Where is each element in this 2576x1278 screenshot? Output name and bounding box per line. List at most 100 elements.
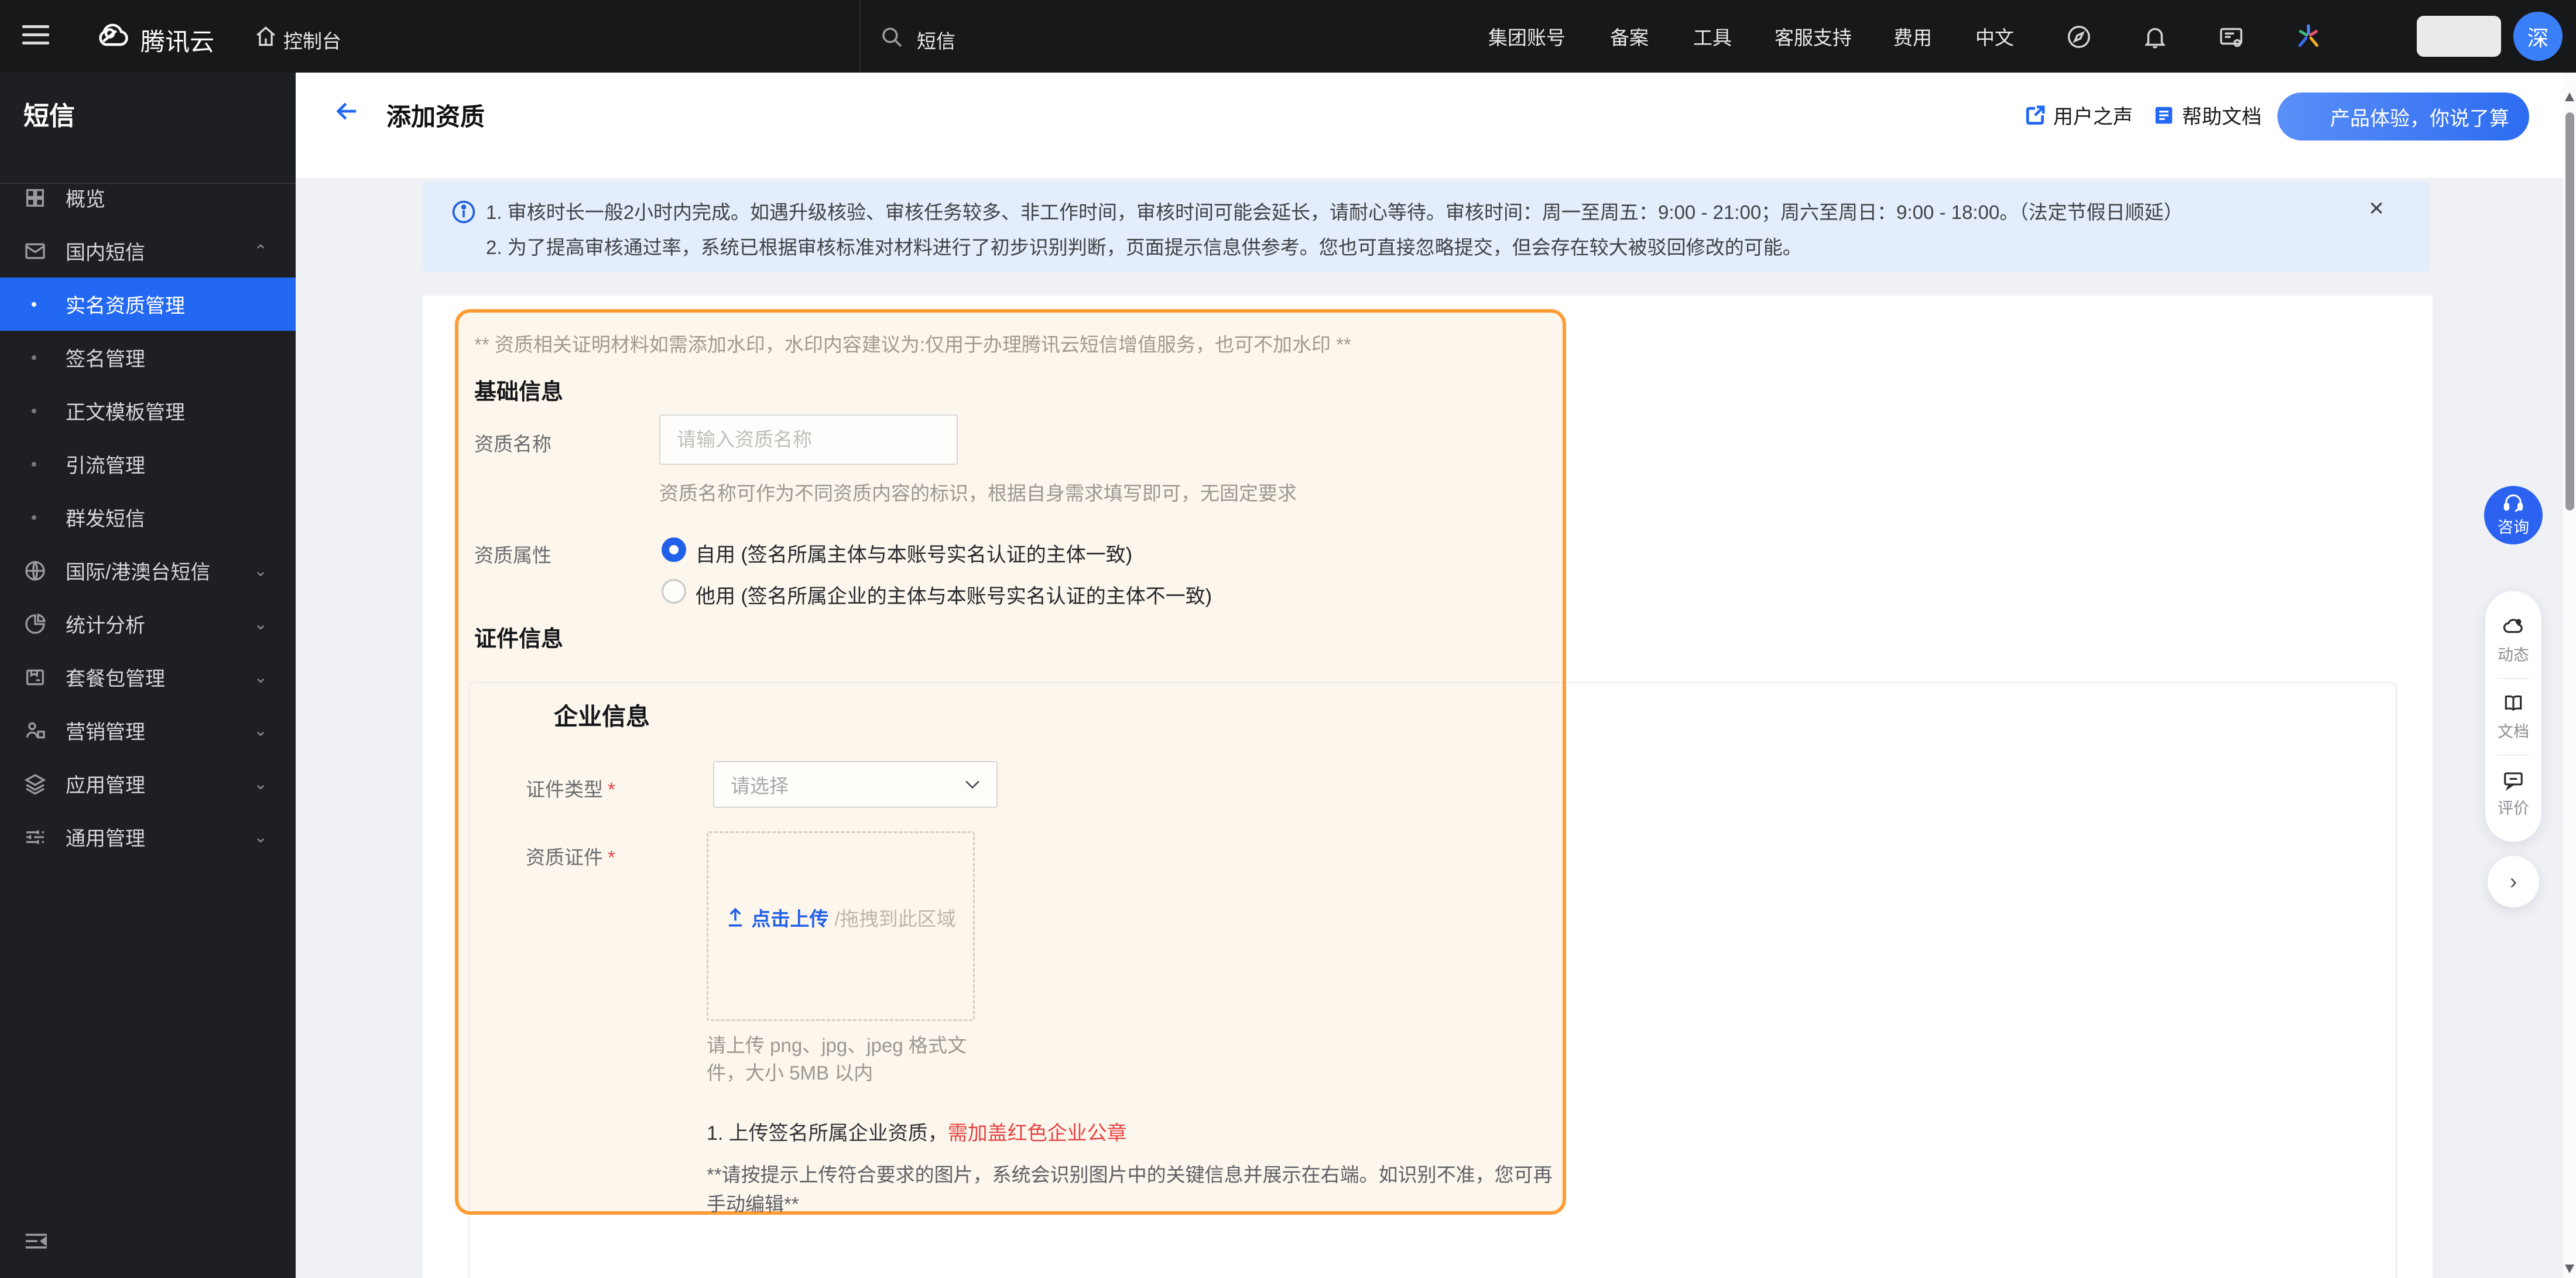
sliders-icon — [23, 825, 47, 849]
ai-sparkle-icon[interactable] — [2294, 22, 2323, 52]
qual-name-label: 资质名称 — [474, 433, 551, 455]
page-header: 添加资质 用户之声 帮助文档 产品体验，你说了算 — [296, 73, 2576, 178]
product-experience-button[interactable]: 产品体验，你说了算 — [2277, 92, 2529, 141]
radio-self-use-label[interactable]: 自用 (签名所属主体与本账号实名认证的主体一致) — [696, 539, 1132, 567]
sidebar-item-signature-management[interactable]: 签名管理 — [0, 331, 296, 384]
scrollbar-down-arrow[interactable] — [2565, 1265, 2574, 1273]
brand-name[interactable]: 腾讯云 — [141, 22, 214, 58]
collapse-toolbar-button[interactable]: › — [2488, 856, 2539, 907]
rate-button[interactable]: 评价 — [2498, 769, 2529, 818]
nav-beian: 备案 — [1610, 27, 1649, 49]
news-button[interactable]: 动态 — [2498, 615, 2529, 665]
floating-toolbar: 动态 文档 评价 — [2485, 591, 2541, 842]
chevron-down-icon: ⌄ — [254, 615, 268, 633]
upload-note-1: 1. 上传签名所属企业资质，需加盖红色企业公章 — [707, 1122, 1127, 1145]
bullet-icon — [32, 301, 36, 307]
sidebar-item-general-management[interactable]: 通用管理 ⌄ — [0, 810, 296, 864]
chevron-down-icon — [965, 780, 980, 789]
upload-link[interactable]: 点击上传 — [751, 903, 828, 931]
sidebar-item-template-management[interactable]: 正文模板管理 — [0, 384, 296, 437]
sidebar-item-traffic-management[interactable]: 引流管理 — [0, 437, 296, 491]
headset-icon — [2502, 494, 2524, 513]
avatar[interactable]: 深 — [2513, 12, 2563, 61]
sidebar-title: 短信 — [23, 102, 75, 131]
consult-button[interactable]: 咨询 — [2484, 486, 2543, 544]
sidebar-item-realname-qualification[interactable]: 实名资质管理 — [0, 277, 296, 331]
banner-line-1: 1. 审核时长一般2小时内完成。如遇升级核验、审核任务较多、非工作时间，审核时间… — [486, 201, 2183, 223]
globe-icon — [23, 559, 47, 583]
compass-icon[interactable] — [2065, 23, 2092, 50]
cert-type-select[interactable]: 请选择 — [713, 761, 998, 808]
layers-icon — [23, 772, 47, 796]
upload-format-hint: 请上传 png、jpg、jpeg 格式文件，大小 5MB 以内 — [707, 1034, 967, 1084]
doc-button[interactable]: 文档 — [2498, 692, 2529, 742]
upload-drag-hint: /拖拽到此区域 — [834, 908, 956, 930]
section-basic-info: 基础信息 — [474, 380, 564, 405]
upload-dropzone[interactable]: 点击上传 /拖拽到此区域 — [707, 831, 975, 1021]
scrollbar-thumb[interactable] — [2565, 112, 2574, 510]
nav-divider — [859, 0, 861, 73]
sidebar-item-international-sms[interactable]: 国际/港澳台短信 ⌄ — [0, 544, 296, 597]
sidebar-item-domestic-sms[interactable]: 国内短信 ⌃ — [0, 224, 296, 277]
radio-other-use[interactable] — [662, 579, 686, 604]
page-title: 添加资质 — [386, 103, 485, 131]
radio-self-use[interactable] — [662, 537, 686, 562]
bullet-icon — [32, 515, 36, 520]
nav-tools: 工具 — [1693, 27, 1732, 49]
package-icon — [23, 666, 47, 689]
billing-card-icon[interactable] — [2218, 23, 2245, 50]
sidebar-item-statistics[interactable]: 统计分析 ⌄ — [0, 597, 296, 650]
tencent-cloud-sms-console: 腾讯云 控制台 短信 集团账号 备案 工具 客服支持 费用 中文 深 短信 概览… — [0, 0, 2576, 1278]
qual-attr-label: 资质属性 — [474, 544, 551, 566]
cert-type-label: 证件类型 * — [526, 779, 615, 800]
watermark-note: ** 资质相关证明材料如需添加水印，水印内容建议为:仅用于办理腾讯云短信增值服务… — [474, 334, 1351, 355]
chevron-down-icon: ⌄ — [254, 561, 268, 580]
account-name-box[interactable] — [2417, 16, 2501, 57]
nav-support: 客服支持 — [1775, 27, 1852, 49]
info-icon — [451, 199, 477, 225]
sidebar-item-bulk-sms[interactable]: 群发短信 — [0, 491, 296, 544]
banner-line-2: 2. 为了提高审核通过率，系统已根据审核标准对材料进行了初步识别判断，页面提示信… — [486, 237, 1802, 258]
top-navbar: 腾讯云 控制台 短信 集团账号 备案 工具 客服支持 费用 中文 深 — [0, 0, 2576, 73]
qual-name-input[interactable] — [659, 414, 958, 465]
nav-console-link[interactable]: 控制台 — [283, 26, 341, 54]
back-arrow-icon[interactable] — [332, 96, 362, 126]
external-link-icon — [2024, 104, 2046, 126]
close-icon[interactable]: × — [2369, 196, 2384, 221]
nav-billing: 费用 — [1893, 27, 1932, 49]
mail-icon — [23, 239, 47, 263]
radio-other-use-label[interactable]: 他用 (签名所属企业的主体与本账号实名认证的主体不一致) — [696, 580, 1212, 609]
document-icon — [2153, 104, 2175, 126]
upload-note-2: **请按提示上传符合要求的图片，系统会识别图片中的关键信息并展示在右端。如识别不… — [707, 1164, 1553, 1215]
tencent-cloud-logo-icon[interactable] — [94, 16, 132, 55]
search-icon[interactable] — [879, 25, 904, 49]
pie-chart-icon — [23, 612, 47, 636]
section-cert-info: 证件信息 — [474, 627, 564, 652]
feedback-chat-icon — [2502, 769, 2524, 791]
section-company-info: 企业信息 — [554, 703, 650, 730]
hamburger-menu-icon[interactable] — [22, 20, 49, 50]
chevron-down-icon: ⌄ — [254, 668, 268, 686]
scrollbar-up-arrow[interactable] — [2565, 92, 2574, 101]
divider — [2497, 677, 2530, 679]
notification-bell-icon[interactable] — [2142, 23, 2169, 50]
sidebar-item-package-management[interactable]: 套餐包管理 ⌄ — [0, 650, 296, 704]
marketing-person-icon — [23, 719, 47, 742]
bullet-icon — [32, 355, 36, 360]
chevron-down-icon: ⌄ — [254, 828, 268, 846]
sidebar-item-overview[interactable]: 概览 — [0, 171, 296, 224]
help-docs-link[interactable]: 帮助文档 — [2153, 101, 2262, 129]
home-icon — [253, 23, 279, 49]
scrollbar-track[interactable] — [2563, 73, 2576, 1278]
user-voice-link[interactable]: 用户之声 — [2024, 101, 2133, 129]
search-input[interactable]: 短信 — [917, 26, 955, 54]
sidebar-collapse-icon[interactable] — [23, 1231, 49, 1252]
audit-info-banner: 1. 审核时长一般2小时内完成。如遇升级核验、审核任务较多、非工作时间，审核时间… — [423, 181, 2430, 272]
sidebar-item-application-management[interactable]: 应用管理 ⌄ — [0, 757, 296, 810]
upload-icon — [725, 907, 745, 928]
qual-name-helper: 资质名称可作为不同资质内容的标识，根据自身需求填写即可，无固定要求 — [659, 482, 1297, 504]
sidebar-menu: 概览 国内短信 ⌃ 实名资质管理 签名管理 正文模板管理 引流管理 群发短信 国… — [0, 171, 296, 864]
sidebar-item-marketing-management[interactable]: 营销管理 ⌄ — [0, 704, 296, 757]
chevron-down-icon: ⌄ — [254, 721, 268, 739]
book-icon — [2502, 692, 2524, 714]
